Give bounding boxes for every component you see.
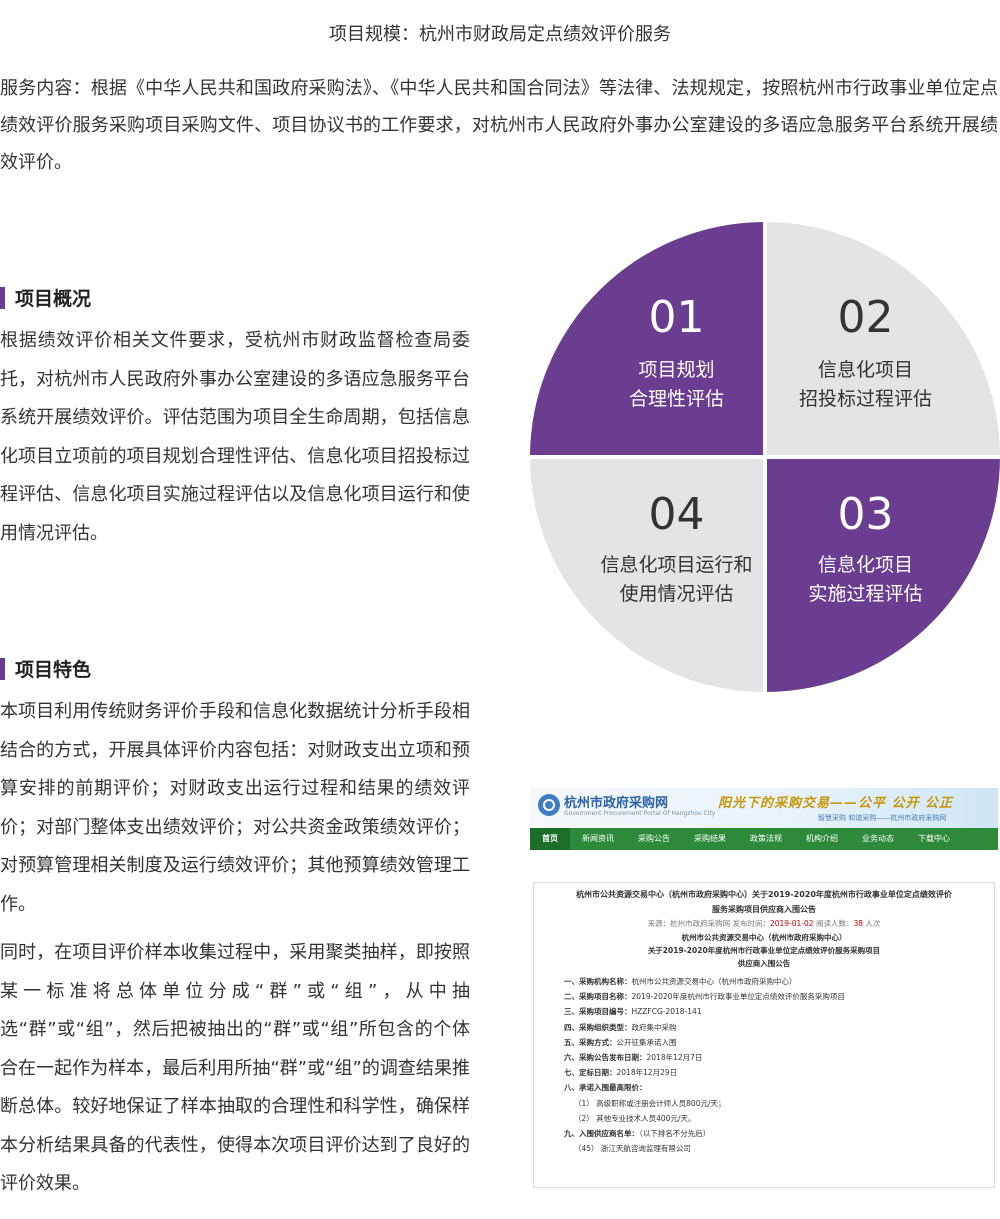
- features-paragraph-2: 同时，在项目评价样本收集过程中，采用聚类抽样，即按照某一标准将总体单位分成“群”…: [0, 942, 470, 1194]
- quadrant-number: 03: [837, 489, 894, 540]
- doc-sub-line: （45） 浙江天航咨询监理有限公司: [574, 1144, 691, 1154]
- announcement-document: 杭州市公共资源交易中心（杭州市政府采购中心） 关于2019-2020年度杭州市行政…: [533, 882, 995, 1188]
- doc-line: 七、定标日期：2018年12月29日: [564, 1068, 678, 1078]
- nav-item: 新闻资讯: [582, 834, 614, 843]
- features-paragraph-1: 本项目利用传统财务评价手段和信息化数据统计分析手段相结合的方式，开展具体评价内容…: [0, 701, 470, 915]
- features-heading: 项目特色: [0, 655, 91, 682]
- site-name: 杭州市政府采购网: [564, 796, 669, 811]
- quadrant-03: 03 信息化项目 实施过程评估: [767, 459, 1000, 692]
- nav-item: 机构介绍: [806, 834, 838, 843]
- site-nav: 首页 新闻资讯 采购公告 采购结果 政策法规 机构介绍 业务动态 下载中心: [530, 828, 998, 850]
- service-content-paragraph: 服务内容：根据《中华人民共和国政府采购法》、《中华人民共和国合同法》等法律、法规…: [0, 78, 998, 173]
- doc-line: 八、承诺入围最高限价：: [564, 1083, 647, 1093]
- nav-item: 采购结果: [694, 834, 726, 843]
- doc-line: 五、采购方式：公开征集承诺入围: [564, 1037, 677, 1047]
- quadrant-01: 01 项目规划 合理性评估: [530, 222, 763, 455]
- site-logo-icon: [538, 794, 560, 816]
- heading-accent-bar: [0, 657, 5, 680]
- heading-accent-bar: [0, 286, 5, 309]
- quadrant-label-line: 实施过程评估: [808, 583, 923, 605]
- nav-item: 采购公告: [638, 834, 670, 843]
- doc-line: 一、采购机构名称：杭州市公共资源交易中心（杭州市政府采购中心）: [564, 977, 797, 986]
- doc-title-line: 服务采购项目供应商入围公告: [712, 905, 816, 914]
- doc-date: 2019-01-02: [769, 919, 814, 928]
- quadrant-label-line: 招投标过程评估: [798, 388, 932, 410]
- site-header: 杭州市政府采购网 Government Procurement Portal O…: [530, 788, 998, 828]
- page-title: 项目规模：杭州市财政局定点绩效评价服务: [329, 24, 671, 45]
- overview-heading: 项目概况: [0, 284, 91, 311]
- doc-views: 38: [853, 919, 864, 928]
- doc-line: 九、入围供应商名单：（以下排名不分先后）: [564, 1129, 711, 1139]
- nav-item: 下载中心: [918, 834, 950, 843]
- doc-subheading: 供应商入围公告: [737, 959, 791, 968]
- nav-item: 政策法规: [750, 834, 782, 843]
- doc-sub-line: （1） 高级职称或注册会计师人员800元/天；: [574, 1098, 726, 1108]
- quadrant-label: 信息化项目 实施过程评估: [749, 551, 982, 609]
- site-english-name: Government Procurement Portal Of Hangzho…: [564, 810, 716, 817]
- evaluation-quadrant-diagram: 01 项目规划 合理性评估 02 信息化项目 招投标过程评估 04 信息化项目运…: [530, 222, 1000, 692]
- doc-line: 二、采购项目名称：2019-2020年度杭州市行政事业单位定点绩效评价服务采购项…: [564, 992, 845, 1002]
- quadrant-label-line: 信息化项目: [817, 359, 913, 381]
- doc-sub-line: （2） 其他专业技术人员400元/天。: [574, 1113, 696, 1123]
- doc-meta: 来源：杭州市政府采购网 发布时间：2019-01-02 阅读人数：38 人次: [534, 917, 994, 931]
- doc-line: 三、采购项目编号：HZZFCG-2018-141: [564, 1007, 702, 1017]
- quadrant-number: 02: [837, 292, 894, 343]
- doc-line: 六、采购公告发布日期：2018年12月7日: [564, 1053, 703, 1063]
- procurement-site-screenshot: 杭州市政府采购网 Government Procurement Portal O…: [530, 788, 998, 1188]
- doc-source: 来源：杭州市政府采购网 发布时间：: [647, 919, 770, 928]
- doc-views-label: 阅读人数：: [813, 919, 854, 928]
- site-sub-slogan: 智慧采购 和谐采购——杭州市政府采购网: [818, 814, 947, 822]
- quadrant-label-line: 信息化项目: [817, 554, 913, 576]
- overview-heading-text: 项目概况: [15, 288, 92, 310]
- doc-line: 四、采购组织类型：政府集中采购: [564, 1022, 677, 1032]
- doc-subheading: 杭州市公共资源交易中心（杭州市政府采购中心）: [681, 933, 847, 942]
- site-slogan: 阳光下的采购交易——公平 公开 公正: [718, 796, 954, 811]
- doc-title-line: 杭州市公共资源交易中心（杭州市政府采购中心）关于2019-2020年度杭州市行政…: [576, 890, 952, 899]
- nav-item: 业务动态: [862, 834, 894, 843]
- nav-item-home: 首页: [530, 828, 570, 850]
- doc-subheading: 关于2019-2020年度杭州市行政事业单位定点绩效评价服务采购项目: [647, 946, 881, 955]
- quadrant-04: 04 信息化项目运行和 使用情况评估: [530, 459, 763, 692]
- doc-views-unit: 人次: [863, 919, 881, 928]
- quadrant-02: 02 信息化项目 招投标过程评估: [767, 222, 1000, 455]
- features-heading-text: 项目特色: [15, 659, 92, 681]
- doc-title: 杭州市公共资源交易中心（杭州市政府采购中心）关于2019-2020年度杭州市行政…: [534, 883, 994, 917]
- overview-paragraph: 根据绩效评价相关文件要求，受杭州市财政监督检查局委托，对杭州市人民政府外事办公室…: [0, 330, 470, 544]
- quadrant-label: 信息化项目 招投标过程评估: [749, 356, 982, 414]
